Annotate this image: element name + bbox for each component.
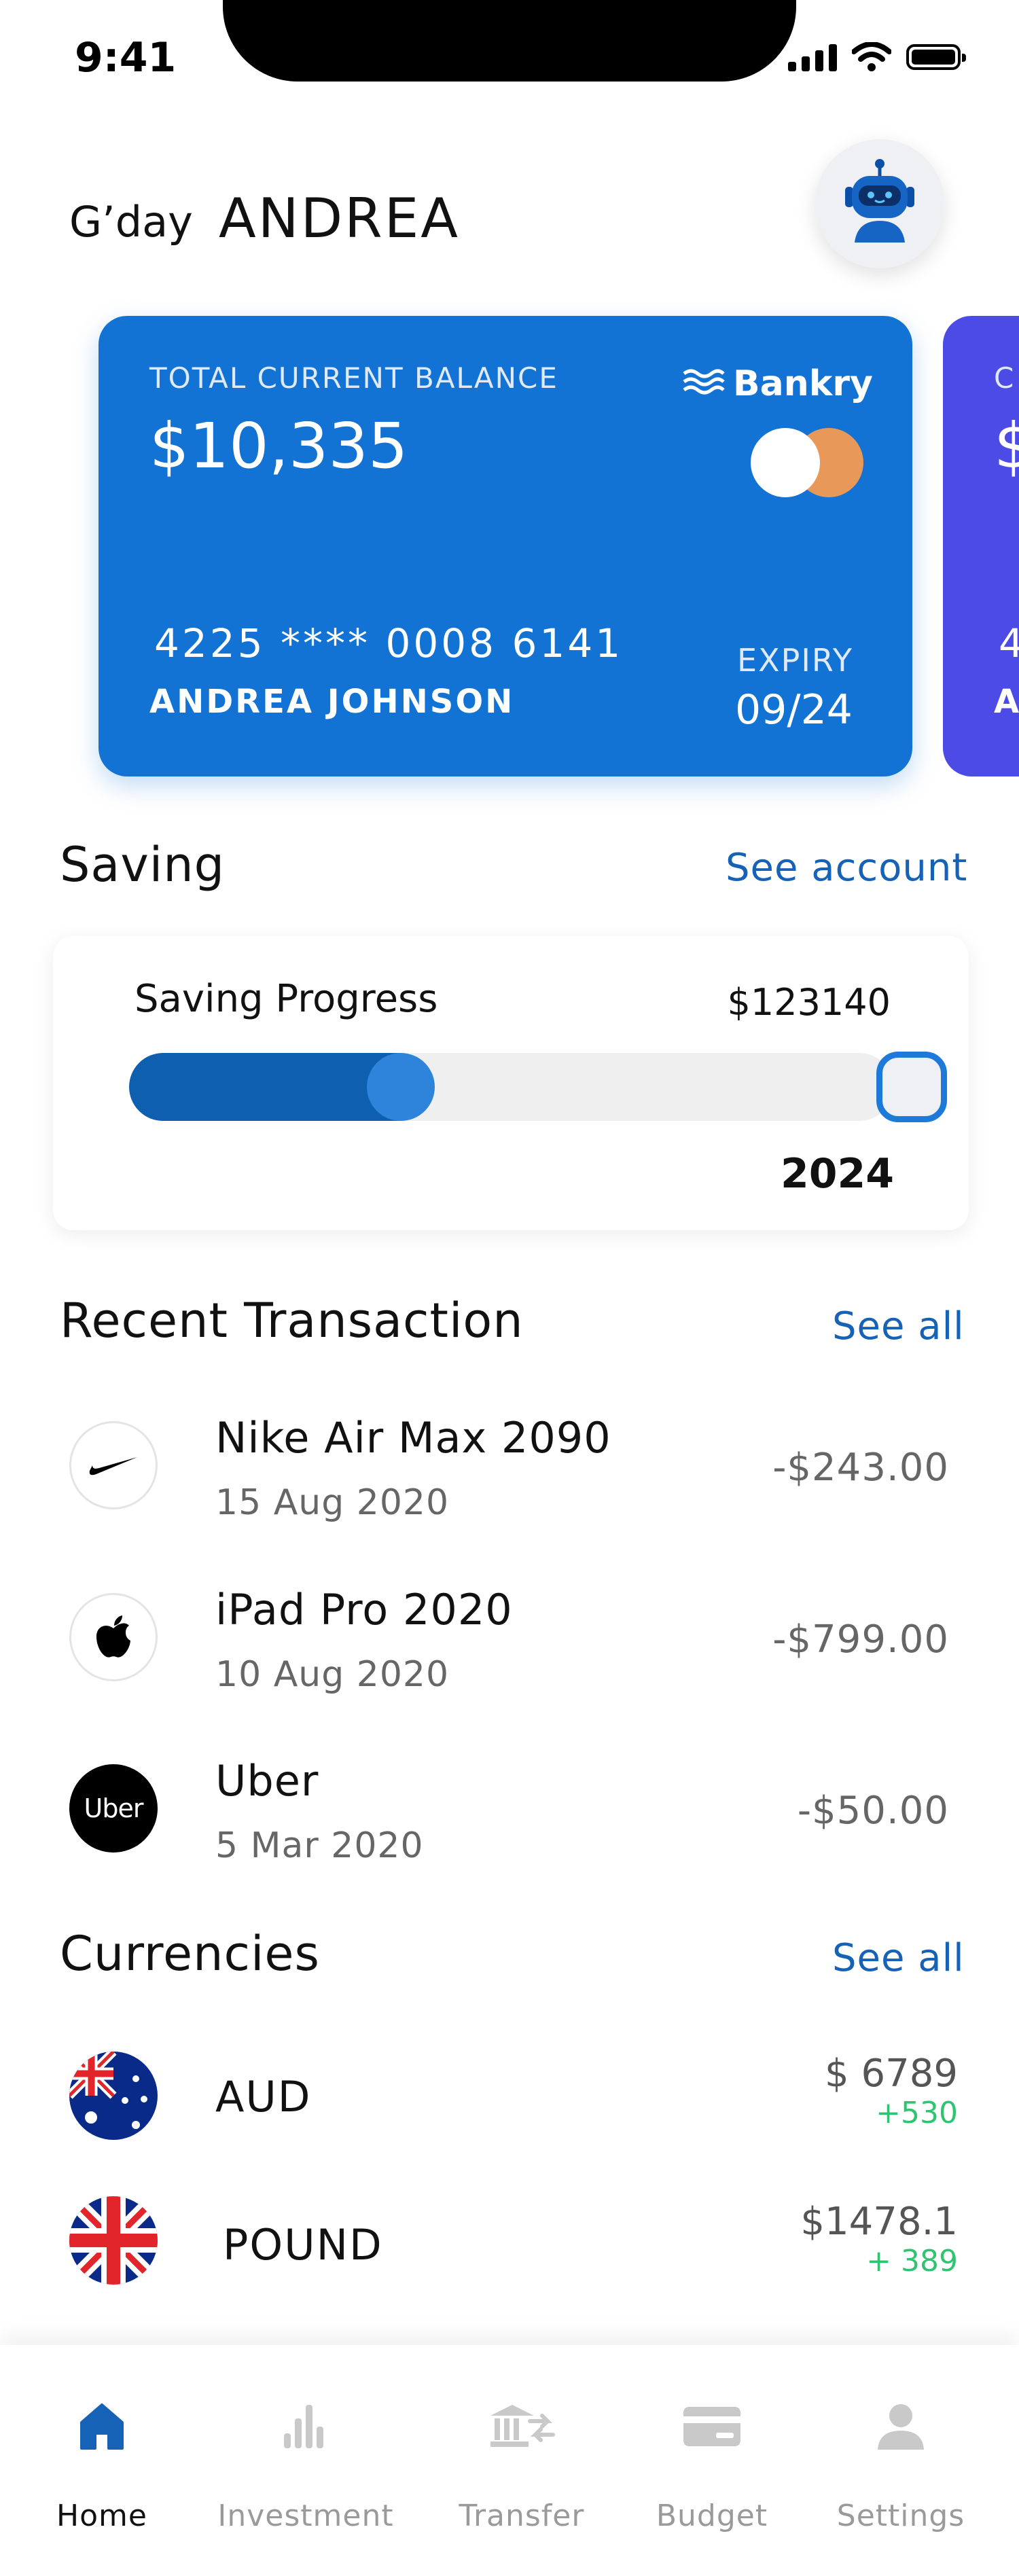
currency-change: +530 (876, 2096, 958, 2130)
card-holder: ANDREA JOHNSON (149, 683, 515, 721)
currency-row[interactable]: POUND $1478.1 + 389 (0, 2193, 1019, 2302)
currency-value: $ 6789 (825, 2052, 958, 2096)
balance-label: TOTAL CURRENT BALANCE (149, 361, 558, 395)
tab-label: Investment (217, 2499, 394, 2533)
robot-avatar-icon (845, 159, 914, 243)
transaction-name: Uber (215, 1756, 319, 1806)
currencies-see-all-link[interactable]: See all (832, 1936, 965, 1980)
see-account-link[interactable]: See account (726, 846, 967, 890)
transaction-row[interactable]: iPad Pro 2020 10 Aug 2020 -$799.00 (0, 1571, 1019, 1707)
saving-progress-label: Saving Progress (135, 977, 438, 1021)
tab-transfer[interactable]: Transfer (433, 2393, 610, 2533)
home-icon (80, 2403, 124, 2450)
transaction-date: 15 Aug 2020 (215, 1482, 450, 1523)
tab-label: Transfer (459, 2499, 585, 2533)
apple-logo-icon (69, 1593, 158, 1681)
bank-transfer-icon (490, 2405, 555, 2447)
device-notch (223, 0, 796, 82)
bank-name: Bankry (733, 363, 873, 404)
saving-title: Saving (60, 837, 226, 893)
status-icons (788, 42, 966, 72)
currency-row[interactable]: AUD $ 6789 +530 (0, 2041, 1019, 2150)
secondary-card-holder: A (994, 683, 1019, 721)
bar-chart-icon (284, 2405, 323, 2448)
nike-logo-icon (69, 1421, 158, 1509)
transaction-date: 10 Aug 2020 (215, 1654, 450, 1695)
cellular-signal-icon (788, 43, 837, 71)
tab-settings[interactable]: Settings (812, 2393, 989, 2533)
uk-flag-icon (69, 2196, 158, 2285)
transaction-name: Nike Air Max 2090 (215, 1413, 611, 1463)
transaction-amount: -$243.00 (772, 1446, 949, 1490)
tab-label: Budget (656, 2499, 768, 2533)
tab-label: Settings (836, 2499, 965, 2533)
transaction-amount: -$50.00 (797, 1789, 949, 1833)
wifi-icon (852, 42, 891, 71)
battery-icon (906, 44, 966, 70)
currency-value: $1478.1 (800, 2200, 958, 2244)
tab-label: Home (56, 2499, 147, 2533)
transaction-amount: -$799.00 (772, 1617, 949, 1662)
tab-budget[interactable]: Budget (624, 2393, 800, 2533)
transaction-row[interactable]: Uber Uber 5 Mar 2020 -$50.00 (0, 1742, 1019, 1878)
waves-icon (683, 369, 725, 395)
user-icon (878, 2404, 924, 2450)
balance-card[interactable]: TOTAL CURRENT BALANCE $10,335 Bankry 422… (99, 316, 912, 776)
recent-transaction-title: Recent Transaction (60, 1293, 524, 1348)
mastercard-logo-icon (751, 428, 863, 499)
uber-logo-text: Uber (84, 1793, 144, 1823)
credit-card-icon (683, 2407, 740, 2446)
saving-goal-year: 2024 (781, 1150, 894, 1198)
uber-logo-icon: Uber (69, 1764, 158, 1853)
saving-goal-marker (876, 1052, 947, 1122)
avatar[interactable] (815, 139, 944, 268)
greeting-text: G’day (69, 197, 193, 247)
transaction-date: 5 Mar 2020 (215, 1825, 424, 1866)
secondary-card-balance: $ (994, 410, 1019, 482)
currency-name: AUD (215, 2072, 312, 2122)
saving-progress-card: Saving Progress $123140 2024 (53, 936, 969, 1230)
secondary-card[interactable]: C $ 4 A (943, 316, 1019, 776)
secondary-card-number: 4 (999, 620, 1019, 666)
australia-flag-icon (69, 2052, 158, 2140)
balance-amount: $10,335 (149, 410, 408, 482)
transaction-name: iPad Pro 2020 (215, 1585, 513, 1634)
card-number: 4225 **** 0008 6141 (154, 620, 624, 666)
secondary-card-label: C (994, 361, 1014, 395)
transactions-see-all-link[interactable]: See all (832, 1304, 965, 1348)
user-name: ANDREA (219, 187, 461, 250)
bottom-tab-bar: Home Investment Transfer Budget Settings (0, 2345, 1019, 2576)
tab-home[interactable]: Home (14, 2393, 190, 2533)
bank-logo: Bankry (683, 363, 873, 404)
saving-progress-handle[interactable] (367, 1053, 435, 1121)
expiry-label: EXPIRY (737, 642, 854, 679)
currency-name: POUND (223, 2220, 383, 2270)
expiry-date: 09/24 (735, 686, 853, 734)
saving-progress-track (129, 1053, 893, 1121)
currency-change: + 389 (866, 2244, 958, 2278)
saving-amount: $123140 (727, 981, 891, 1024)
transaction-row[interactable]: Nike Air Max 2090 15 Aug 2020 -$243.00 (0, 1399, 1019, 1535)
status-time: 9:41 (75, 34, 177, 82)
saving-progress-fill (129, 1053, 401, 1121)
currencies-title: Currencies (60, 1926, 320, 1982)
tab-investment[interactable]: Investment (217, 2393, 394, 2533)
